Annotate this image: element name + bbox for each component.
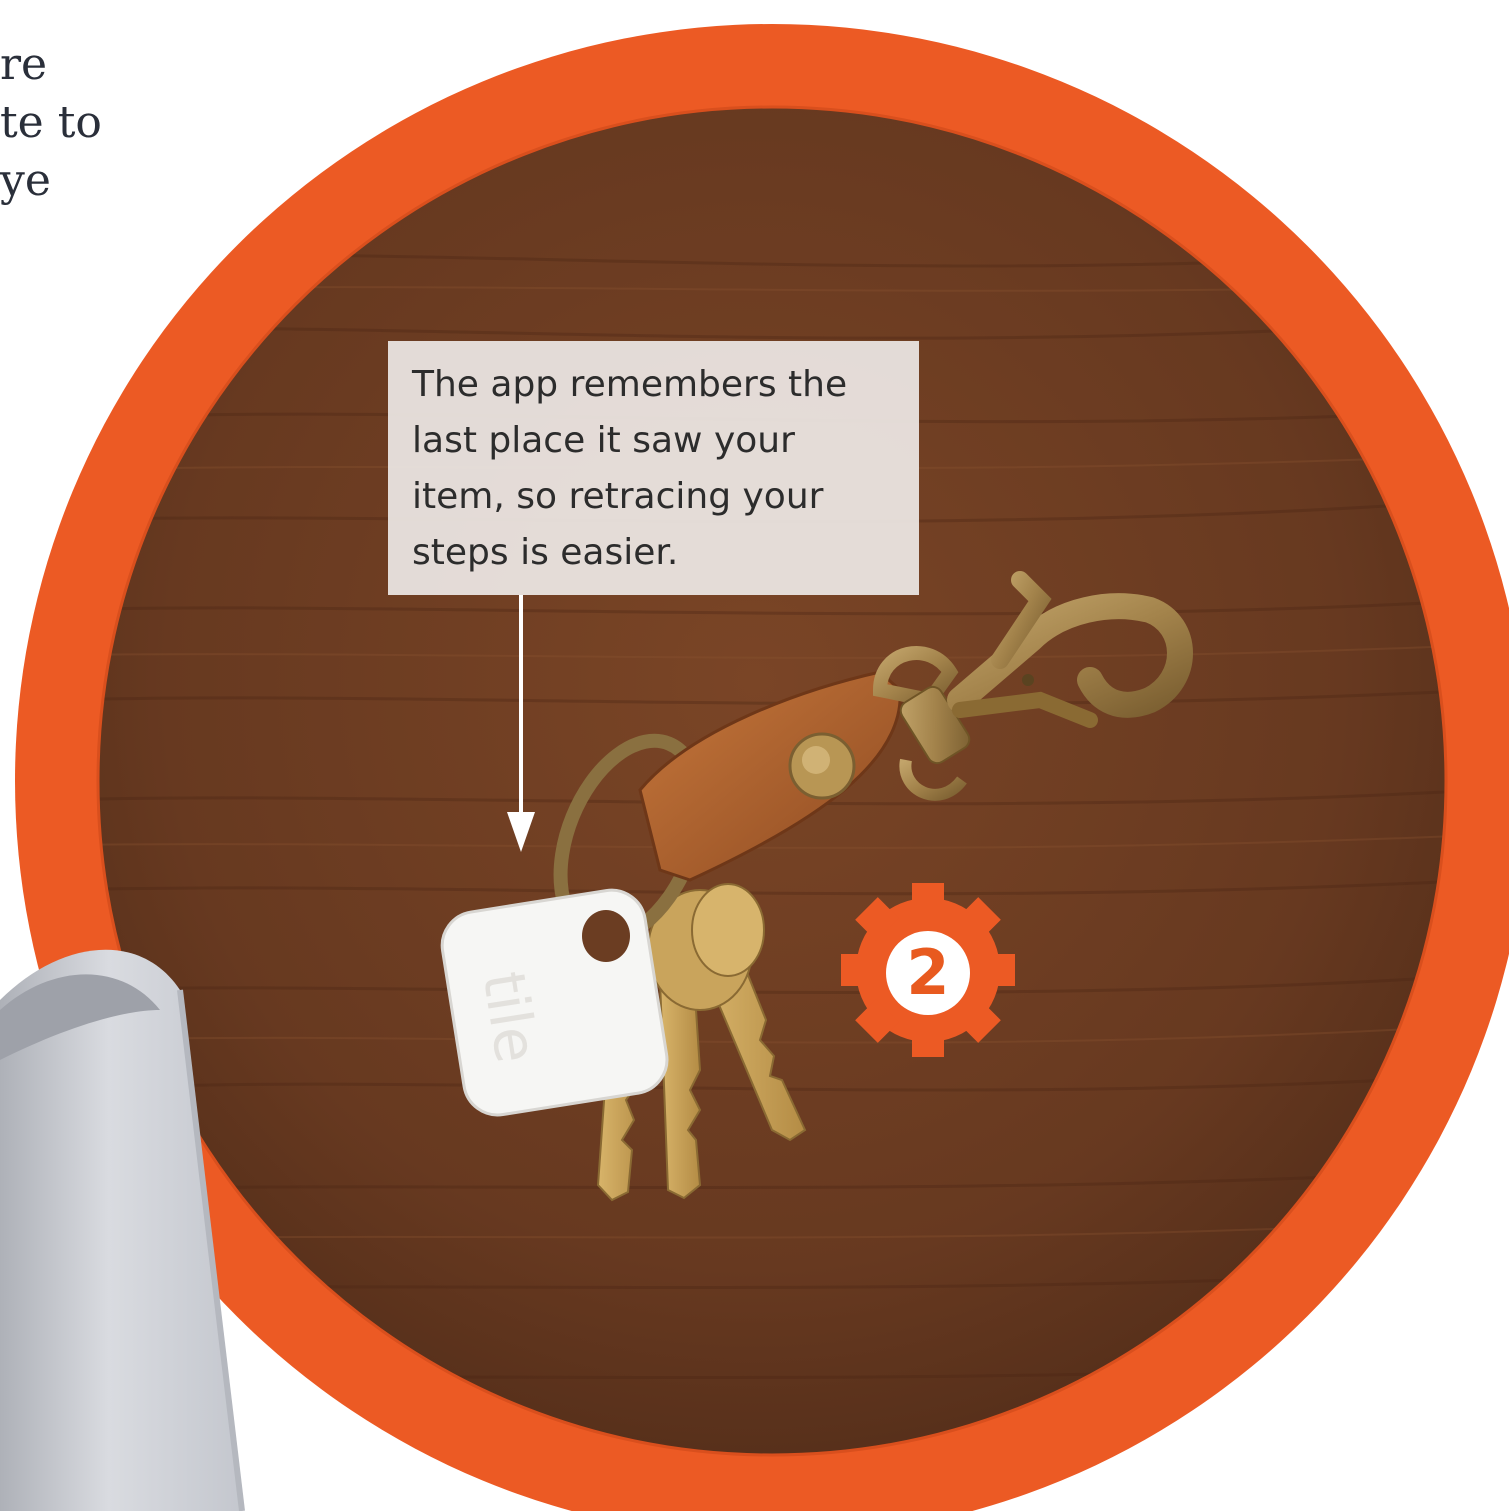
tracker-logo: tile [469, 967, 550, 1067]
callout-box: The app remembers the last place it saw … [388, 341, 919, 595]
callout-line: steps is easier. [412, 532, 679, 573]
tracker-tag [440, 888, 669, 1117]
callout-line: The app remembers the [412, 364, 848, 405]
page: re te to ye tile The app remembers the l… [0, 0, 1509, 1511]
step-number: 2 [906, 936, 950, 1009]
callout-line: last place it saw your [412, 420, 795, 461]
illustration: tile [0, 24, 1509, 1511]
callout-line: item, so retracing your [412, 476, 824, 517]
